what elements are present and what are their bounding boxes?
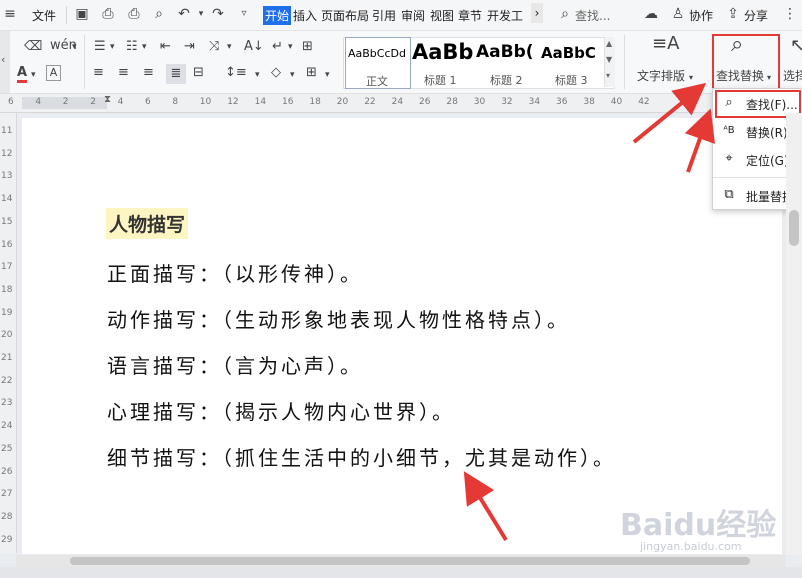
watermark-logo: Baidu经验	[620, 508, 777, 543]
arrow-to-text	[463, 471, 508, 542]
vertical-scroll-thumb[interactable]	[789, 210, 799, 246]
annotation-arrows	[463, 82, 715, 542]
arrow-to-find-replace	[632, 82, 707, 144]
status-bar	[0, 567, 802, 578]
watermark-url: jingyan.baidu.com	[640, 540, 742, 553]
arrow-to-find-item	[684, 108, 715, 173]
vertical-scrollbar[interactable]	[786, 113, 802, 555]
horizontal-scroll-thumb[interactable]	[70, 557, 750, 565]
